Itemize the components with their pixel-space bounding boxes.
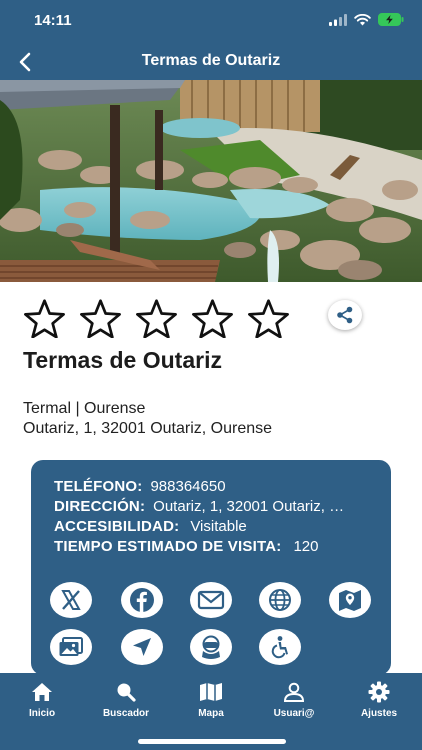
page-title: Termas de Outariz	[141, 52, 281, 69]
map-icon	[339, 590, 361, 611]
x-button[interactable]	[50, 582, 92, 618]
gallery-icon	[59, 637, 83, 656]
share-button[interactable]	[328, 300, 362, 330]
home-icon	[32, 683, 52, 701]
rating-stars	[22, 298, 291, 338]
place-address: Outariz, 1, 32001 Outariz, Ourense	[23, 420, 273, 437]
status-time: 14:11	[34, 12, 72, 29]
phone-value[interactable]: 988364650	[150, 478, 225, 495]
star-icon[interactable]	[134, 298, 179, 338]
vr-icon	[202, 635, 220, 659]
phone-label: TELÉFONO:	[54, 478, 143, 495]
tab-mapa[interactable]: Mapa	[176, 681, 246, 719]
place-photo	[0, 80, 422, 282]
visit-time-value: 120	[293, 538, 319, 555]
vr-button[interactable]	[190, 629, 232, 665]
mail-button[interactable]	[190, 582, 232, 618]
navigate-icon	[133, 638, 151, 656]
accessibility-value: Visitable	[190, 518, 247, 535]
address-row: DIRECCIÓN: Outariz, 1, 32001 Outariz, Our…	[54, 498, 351, 515]
tab-label: Ajustes	[360, 708, 398, 719]
facebook-button[interactable]	[121, 582, 163, 618]
tab-usuario[interactable]: Usuari@	[259, 681, 329, 719]
address-label: DIRECCIÓN:	[54, 498, 146, 515]
tab-label: Usuari@	[273, 708, 315, 719]
share-icon	[337, 306, 353, 324]
star-icon[interactable]	[22, 298, 67, 338]
facebook-icon	[130, 588, 154, 612]
tab-label: Buscador	[102, 708, 150, 719]
accessibility-row: ACCESIBILIDAD: Visitable	[54, 518, 247, 535]
map-icon	[200, 683, 222, 701]
search-icon	[117, 683, 136, 702]
x-icon	[61, 590, 81, 610]
user-icon	[283, 682, 305, 702]
place-category: Termal | Ourense	[23, 400, 146, 417]
battery-icon	[378, 13, 404, 26]
tab-label: Inicio	[28, 708, 56, 719]
tab-label: Mapa	[198, 708, 224, 719]
star-icon[interactable]	[246, 298, 291, 338]
tab-ajustes[interactable]: Ajustes	[344, 681, 414, 719]
website-button[interactable]	[259, 582, 301, 618]
status-bar: 14:11	[0, 0, 422, 44]
info-card: TELÉFONO: 988364650 DIRECCIÓN: Outariz, 1,…	[31, 460, 391, 675]
signal-icon	[329, 13, 347, 26]
home-indicator	[138, 739, 286, 744]
nav-bar: Termas de Outariz	[0, 44, 422, 80]
globe-icon	[269, 589, 291, 611]
accessibility-label: ACCESIBILIDAD:	[54, 518, 180, 535]
place-title: Termas de Outariz	[23, 347, 222, 373]
mail-icon	[197, 590, 225, 610]
gear-icon	[368, 681, 390, 703]
visit-time-label: TIEMPO ESTIMADO DE VISITA:	[54, 538, 282, 555]
navigate-button[interactable]	[121, 629, 163, 665]
tab-buscador[interactable]: Buscador	[91, 681, 161, 719]
wifi-icon	[354, 13, 371, 25]
star-icon[interactable]	[190, 298, 235, 338]
gallery-button[interactable]	[50, 629, 92, 665]
accessibility-icon	[271, 636, 288, 659]
phone-row: TELÉFONO: 988364650	[54, 478, 226, 495]
status-icons	[329, 13, 404, 26]
star-icon[interactable]	[78, 298, 123, 338]
tab-inicio[interactable]: Inicio	[7, 681, 77, 719]
visit-time-row: TIEMPO ESTIMADO DE VISITA: 120	[54, 538, 318, 555]
hot-springs-photo	[0, 80, 422, 282]
address-value: Outariz, 1, 32001 Outariz, Ourense	[153, 498, 351, 515]
accessibility-button[interactable]	[259, 629, 301, 665]
map-location-button[interactable]	[329, 582, 371, 618]
